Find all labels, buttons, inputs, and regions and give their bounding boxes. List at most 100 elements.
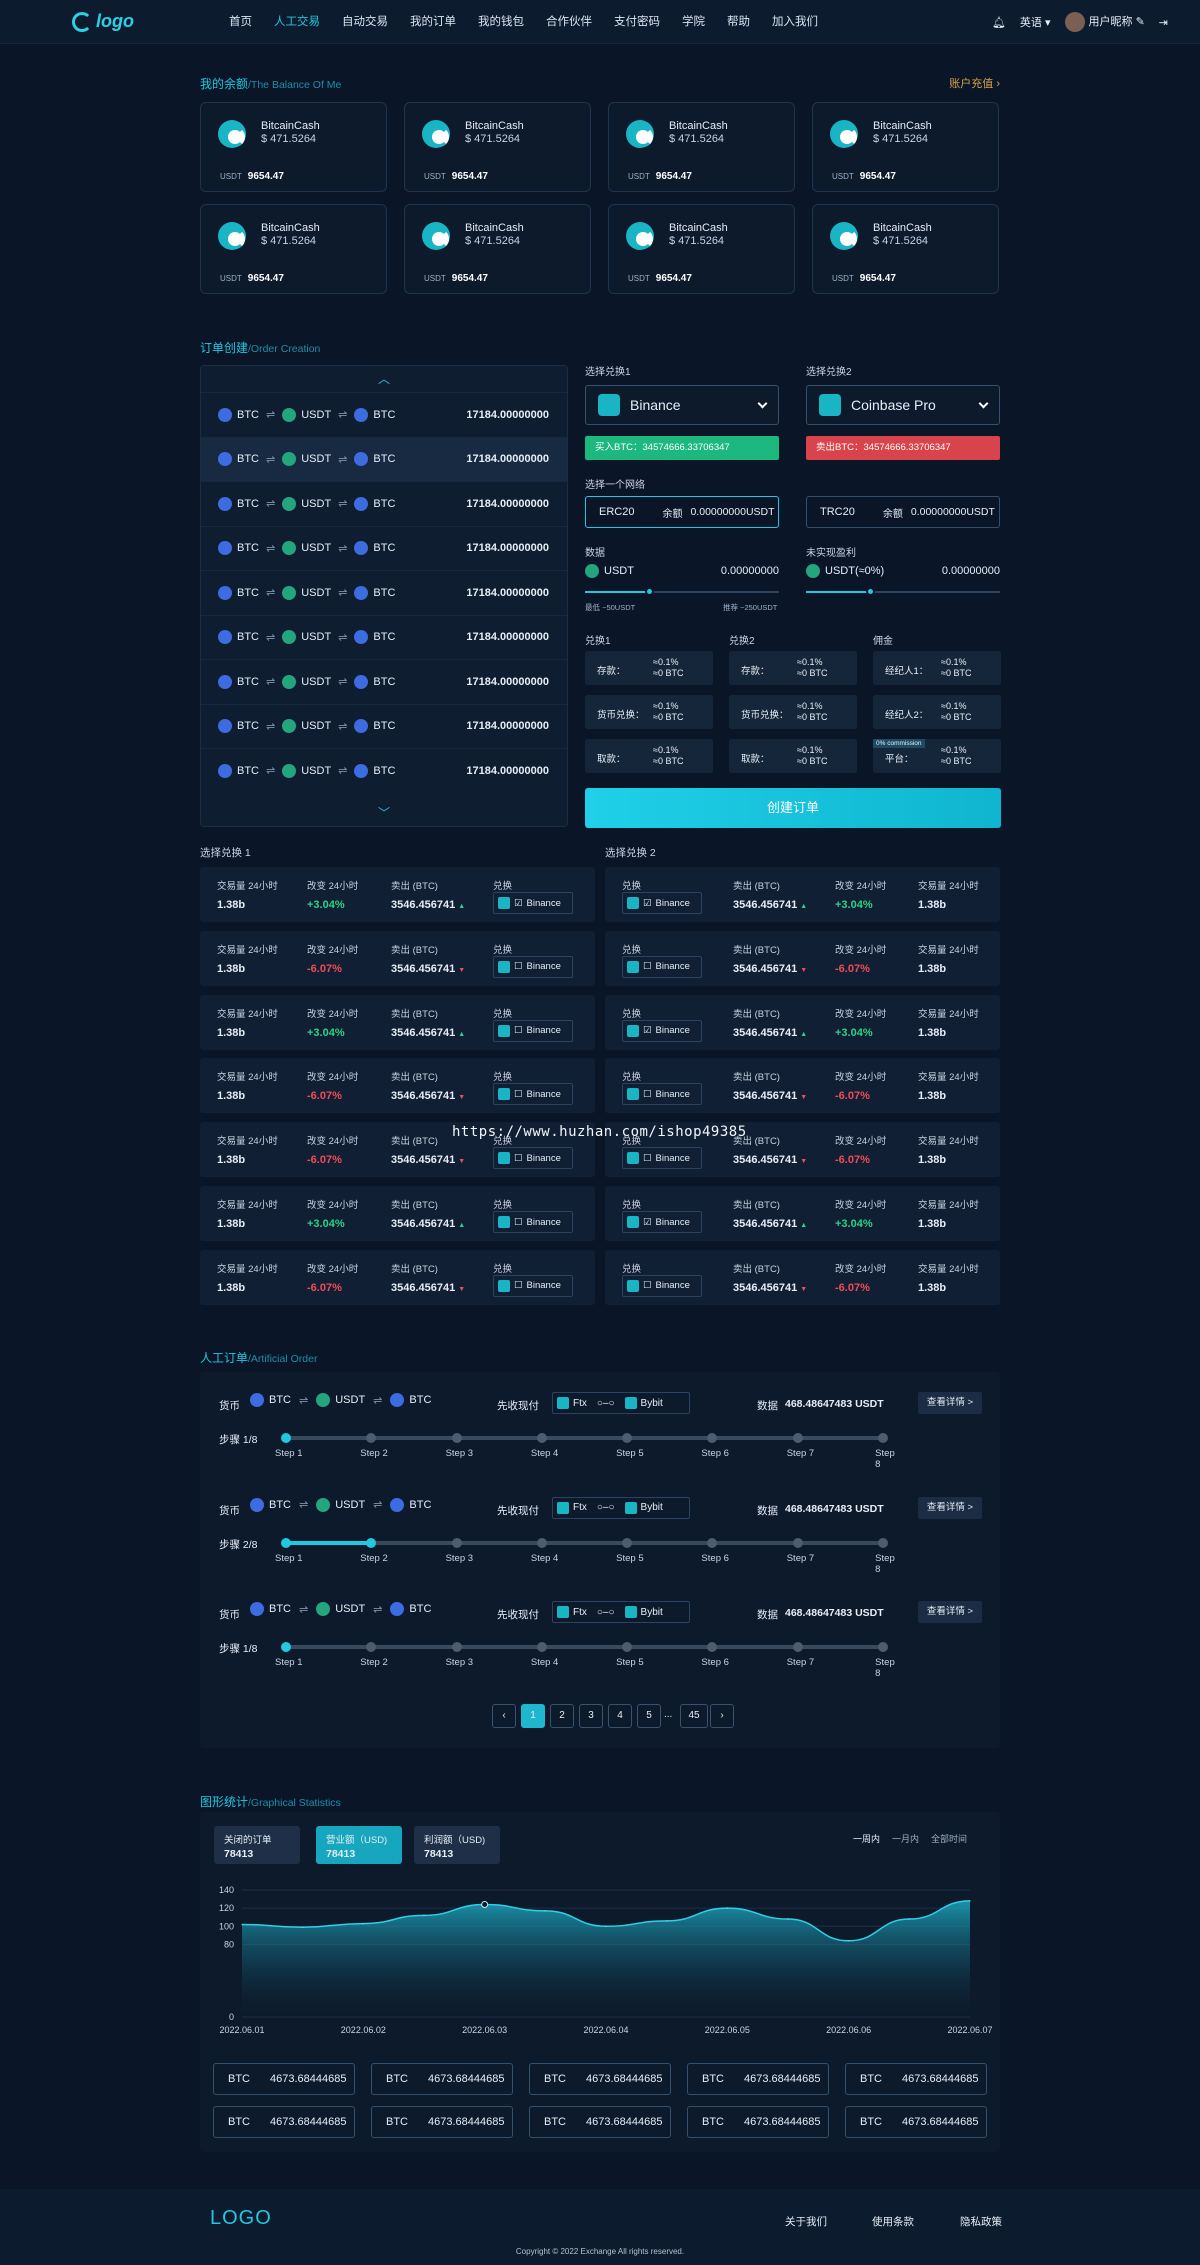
nav-pay-password[interactable]: 支付密码 <box>603 0 671 44</box>
slider-knob[interactable] <box>645 587 655 596</box>
balance-card[interactable]: BitcainCash $ 471.5264 USDT 9654.47 <box>812 204 999 294</box>
logout-icon[interactable]: ⇥ <box>1159 16 1168 29</box>
logo[interactable]: logo <box>72 11 134 32</box>
check-icon: ☐ <box>514 1025 523 1037</box>
exchange1-row[interactable]: 交易量 24小时 改变 24小时 卖出 (BTC) 兑换 1.38b -6.07% 354… <box>200 930 595 986</box>
slider-knob[interactable] <box>866 587 876 596</box>
recharge-link[interactable]: 账户充值 › <box>949 75 1000 91</box>
exchange-route[interactable]: Ftx ○–○ Bybit <box>552 1392 690 1414</box>
nav-partners[interactable]: 合作伙伴 <box>535 0 603 44</box>
footer-about[interactable]: 关于我们 <box>785 2214 827 2229</box>
pair-row[interactable]: BTC ⇌ USDT ⇌ BTC 17184.00000000 <box>201 525 567 570</box>
pair-row[interactable]: BTC ⇌ USDT ⇌ BTC 17184.00000000 <box>201 481 567 525</box>
balance-card[interactable]: BitcainCash $ 471.5264 USDT 9654.47 <box>404 102 591 192</box>
pair-row[interactable]: BTC ⇌ USDT ⇌ BTC 17184.00000000 <box>201 748 567 792</box>
balance-card[interactable]: BitcainCash $ 471.5264 USDT 9654.47 <box>608 204 795 294</box>
exchange-chip[interactable]: ☑ Binance <box>493 892 573 914</box>
page-button[interactable]: 4 <box>608 1704 632 1728</box>
exchange-chip[interactable]: ☐ Binance <box>493 1083 573 1106</box>
check-icon: ☑ <box>643 1216 652 1228</box>
pair-row[interactable]: BTC ⇌ USDT ⇌ BTC 17184.00000000 <box>201 570 567 614</box>
next-page-button[interactable]: › <box>710 1704 734 1728</box>
exchange2-row[interactable]: 兑换 卖出 (BTC) 改变 24小时 交易量 24小时 ☐ Binance 3546.… <box>605 930 1000 986</box>
pair-row[interactable]: BTC ⇌ USDT ⇌ BTC 17184.00000000 <box>201 392 567 436</box>
exchange2-row[interactable]: 兑换 卖出 (BTC) 改变 24小时 交易量 24小时 ☑ Binance 3546.… <box>605 994 1000 1050</box>
view-detail-button[interactable]: 查看详情 > <box>918 1601 982 1623</box>
pair-row[interactable]: BTC ⇌ USDT ⇌ BTC 17184.00000000 <box>201 614 567 659</box>
balance-card[interactable]: BitcainCash $ 471.5264 USDT 9654.47 <box>404 204 591 294</box>
exchange-chip[interactable]: ☑ Binance <box>622 1019 702 1042</box>
exchange1-select[interactable]: Binance <box>585 385 779 425</box>
exchange-chip[interactable]: ☐ Binance <box>493 955 573 978</box>
range-week[interactable]: 一周内 <box>853 1832 880 1845</box>
exchange-route[interactable]: Ftx ○–○ Bybit <box>552 1496 690 1519</box>
nav-join[interactable]: 加入我们 <box>761 0 829 44</box>
create-order-button[interactable]: 创建订单 <box>585 788 1001 828</box>
profit-slider[interactable] <box>806 587 1000 596</box>
exchange-logo-icon <box>627 897 639 909</box>
exchange1-row[interactable]: 交易量 24小时 改变 24小时 卖出 (BTC) 兑换 1.38b +3.04% 354… <box>200 1186 595 1241</box>
exchange-chip[interactable]: ☐ Binance <box>493 1211 573 1233</box>
page-button[interactable]: 1 <box>521 1704 545 1728</box>
stat-turnover[interactable]: 营业额（USD) 78413 <box>316 1826 402 1864</box>
range-all[interactable]: 全部时间 <box>931 1832 967 1845</box>
exchange1-row[interactable]: 交易量 24小时 改变 24小时 卖出 (BTC) 兑换 1.38b -6.07% 354… <box>200 1249 595 1305</box>
profit-label: 未实现盈利 <box>806 548 856 559</box>
page-button[interactable]: 5 <box>637 1704 661 1728</box>
btc-icon <box>354 763 369 778</box>
exchange-chip[interactable]: ☐ Binance <box>493 1147 573 1170</box>
exchange-chip[interactable]: ☐ Binance <box>622 1274 702 1297</box>
exchange2-row[interactable]: 兑换 卖出 (BTC) 改变 24小时 交易量 24小时 ☑ Binance 3546.… <box>605 1186 1000 1241</box>
network-erc20[interactable]: ERC20 余额 0.00000000USDT <box>585 496 779 528</box>
exchange-route[interactable]: Ftx ○–○ Bybit <box>552 1601 690 1623</box>
range-month[interactable]: 一月内 <box>892 1832 919 1845</box>
network-trc20[interactable]: TRC20 余额 0.00000000USDT <box>806 496 1000 528</box>
nav-auto-trade[interactable]: 自动交易 <box>331 0 399 44</box>
exchange2-select[interactable]: Coinbase Pro <box>806 385 1000 425</box>
exchange-chip[interactable]: ☐ Binance <box>622 1083 702 1106</box>
exchange-chip[interactable]: ☐ Binance <box>622 1147 702 1170</box>
step-dot <box>281 1433 291 1443</box>
nav-my-wallet[interactable]: 我的钱包 <box>467 0 535 44</box>
nav-manual-trade[interactable]: 人工交易 <box>263 0 331 44</box>
exchange-chip[interactable]: ☐ Binance <box>622 955 702 978</box>
stat-closed-orders[interactable]: 关闭的订单 78413 <box>214 1826 300 1864</box>
nav-help[interactable]: 帮助 <box>716 0 761 44</box>
stat-profit[interactable]: 利润额（USD) 78413 <box>414 1826 500 1864</box>
balance-card[interactable]: BitcainCash $ 471.5264 USDT 9654.47 <box>200 204 387 294</box>
view-detail-button[interactable]: 查看详情 > <box>918 1496 982 1519</box>
exchange1-row[interactable]: 交易量 24小时 改变 24小时 卖出 (BTC) 兑换 1.38b +3.04% 354… <box>200 867 595 922</box>
exchange-chip[interactable]: ☑ Binance <box>622 892 702 914</box>
nav-my-orders[interactable]: 我的订单 <box>399 0 467 44</box>
scroll-up-button[interactable]: ︿ <box>201 366 567 392</box>
exchange-chip[interactable]: ☑ Binance <box>622 1211 702 1233</box>
footer-privacy[interactable]: 隐私政策 <box>960 2214 1002 2229</box>
pair-row[interactable]: BTC ⇌ USDT ⇌ BTC 17184.00000000 <box>201 703 567 748</box>
footer-terms[interactable]: 使用条款 <box>872 2214 914 2229</box>
exchange-chip[interactable]: ☐ Binance <box>493 1019 573 1042</box>
exchange2-row[interactable]: 兑换 卖出 (BTC) 改变 24小时 交易量 24小时 ☐ Binance 3546.… <box>605 1249 1000 1305</box>
language-select[interactable]: 英语 ▾ <box>1020 14 1051 30</box>
balance-card[interactable]: BitcainCash $ 471.5264 USDT 9654.47 <box>608 102 795 192</box>
user-menu[interactable]: 用户昵称 ✎ <box>1064 12 1145 32</box>
page-button[interactable]: 3 <box>579 1704 603 1728</box>
page-button[interactable]: 2 <box>550 1704 574 1728</box>
bell-icon[interactable]: 🔔︎ <box>992 16 1006 29</box>
footer-logo[interactable]: LOGO <box>210 2207 272 2230</box>
balance-card[interactable]: BitcainCash $ 471.5264 USDT 9654.47 <box>812 102 999 192</box>
pair-row[interactable]: BTC ⇌ USDT ⇌ BTC 17184.00000000 <box>201 436 567 481</box>
pair-row[interactable]: BTC ⇌ USDT ⇌ BTC 17184.00000000 <box>201 659 567 703</box>
balance-card[interactable]: BitcainCash $ 471.5264 USDT 9654.47 <box>200 102 387 192</box>
exchange2-row[interactable]: 兑换 卖出 (BTC) 改变 24小时 交易量 24小时 ☐ Binance 3546.… <box>605 1058 1000 1114</box>
scroll-down-button[interactable]: ﹀ <box>201 800 567 826</box>
view-detail-button[interactable]: 查看详情 > <box>918 1392 982 1414</box>
page-button[interactable]: 45 <box>680 1704 708 1728</box>
exchange1-row[interactable]: 交易量 24小时 改变 24小时 卖出 (BTC) 兑换 1.38b +3.04% 354… <box>200 994 595 1050</box>
nav-home[interactable]: 首页 <box>218 0 263 44</box>
exchange1-row[interactable]: 交易量 24小时 改变 24小时 卖出 (BTC) 兑换 1.38b -6.07% 354… <box>200 1058 595 1114</box>
data-slider[interactable] <box>585 587 779 596</box>
prev-page-button[interactable]: ‹ <box>492 1704 516 1728</box>
exchange-chip[interactable]: ☐ Binance <box>493 1274 573 1297</box>
nav-academy[interactable]: 学院 <box>671 0 716 44</box>
exchange2-row[interactable]: 兑换 卖出 (BTC) 改变 24小时 交易量 24小时 ☑ Binance 3546.… <box>605 867 1000 922</box>
